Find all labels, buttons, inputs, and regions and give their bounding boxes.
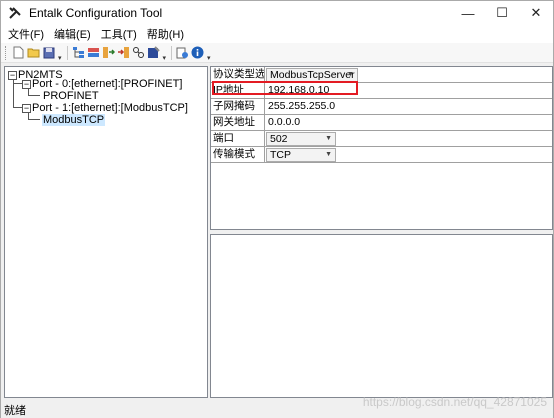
chevron-down-icon: ▼ (347, 71, 354, 78)
menu-tools[interactable]: 工具(T) (96, 26, 142, 42)
menu-help[interactable]: 帮助(H) (142, 26, 189, 42)
property-row-subnet: 子网掩码 255.255.255.0 (211, 99, 552, 115)
transfer-mode-select-value: TCP (270, 149, 291, 161)
collapse-icon[interactable]: − (22, 79, 31, 89)
port-label: 端口 (211, 131, 265, 146)
info-icon[interactable] (191, 46, 204, 59)
app-logo-icon (7, 5, 23, 21)
settings-icon[interactable] (147, 46, 160, 59)
property-row-port: 端口 502 ▼ (211, 131, 552, 147)
transfer-mode-select[interactable]: TCP ▼ (266, 148, 336, 162)
port-select[interactable]: 502 ▼ (266, 132, 336, 146)
tree-connector-port0-child-h (28, 95, 40, 96)
tree-item-modbustcp-label: ModbusTCP (42, 114, 106, 126)
port-select-value: 502 (270, 133, 288, 145)
toolbar-separator (66, 45, 68, 60)
menu-file[interactable]: 文件(F) (3, 26, 49, 42)
toolbar-grip[interactable] (5, 45, 8, 60)
link-icon[interactable] (132, 46, 145, 59)
collapse-icon[interactable]: − (8, 70, 17, 80)
upload-icon[interactable] (176, 46, 189, 59)
property-row-gateway: 网关地址 0.0.0.0 (211, 115, 552, 131)
protocol-select-value: ModbusTcpServer (270, 69, 355, 81)
tree-icon[interactable] (72, 46, 85, 59)
minimize-button[interactable]: — (451, 1, 485, 25)
title-bar: Entalk Configuration Tool — ☐ ✕ (1, 1, 553, 25)
gateway-label: 网关地址 (211, 115, 265, 130)
chevron-down-icon: ▼ (325, 151, 332, 158)
device-tree[interactable]: − PN2MTS − Port - 0:[ethernet]:[PROFINET] … (4, 66, 208, 398)
watermark: https://blog.csdn.net/qq_42871025 (362, 395, 547, 409)
toolbar-dropdown-arrow-2[interactable]: ▾ (163, 54, 167, 62)
menu-bar: 文件(F) 编辑(E) 工具(T) 帮助(H) (1, 25, 553, 43)
subnet-label: 子网掩码 (211, 99, 265, 114)
close-button[interactable]: ✕ (519, 1, 553, 25)
detail-pane (210, 234, 553, 398)
toolbar-dropdown-arrow[interactable]: ▾ (58, 54, 62, 62)
app-window: Entalk Configuration Tool — ☐ ✕ 文件(F) 编辑… (0, 0, 554, 418)
protocol-label: 协议类型选择 (213, 67, 265, 82)
protocol-select[interactable]: ModbusTcpServer ▼ (266, 68, 358, 82)
status-text: 就绪 (4, 404, 26, 417)
tree-connector-port1 (13, 107, 22, 108)
tree-item-profinet-label: PROFINET (43, 90, 99, 102)
tree-item-modbustcp[interactable]: ModbusTCP (42, 114, 106, 126)
property-row-transfer: 传输模式 TCP ▼ (211, 147, 552, 163)
tree-connector-port1-child-h (28, 119, 40, 120)
save-icon[interactable] (42, 46, 55, 59)
chevron-down-icon: ▼ (325, 135, 332, 142)
tree-connector-port0 (13, 83, 22, 84)
window-title: Entalk Configuration Tool (29, 6, 163, 20)
maximize-button[interactable]: ☐ (485, 1, 519, 25)
toolbar-separator-2 (171, 45, 173, 60)
tree-item-port0[interactable]: − Port - 0:[ethernet]:[PROFINET] (22, 78, 182, 90)
tree-item-port1-label: Port - 1:[ethernet]:[ModbusTCP] (32, 102, 188, 114)
toolbar-dropdown-arrow-3[interactable]: ▾ (207, 54, 211, 62)
gateway-field[interactable]: 0.0.0.0 (266, 115, 300, 130)
transfer-label: 传输模式 (211, 147, 265, 162)
tree-item-profinet[interactable]: PROFINET (43, 90, 99, 102)
toolbar: ▾ ▾ ▾ (1, 43, 553, 63)
subnet-mask-field[interactable]: 255.255.255.0 (266, 99, 335, 114)
import-icon[interactable] (117, 46, 130, 59)
device-icon[interactable] (87, 46, 100, 59)
new-file-icon[interactable] (12, 46, 25, 59)
open-folder-icon[interactable] (27, 46, 40, 59)
tree-item-port0-label: Port - 0:[ethernet]:[PROFINET] (32, 78, 183, 90)
export-icon[interactable] (102, 46, 115, 59)
collapse-icon[interactable]: − (22, 103, 31, 113)
tree-item-port1[interactable]: − Port - 1:[ethernet]:[ModbusTCP] (22, 102, 188, 114)
menu-edit[interactable]: 编辑(E) (49, 26, 96, 42)
ip-highlight-annotation (212, 81, 358, 95)
tree-connector-root (13, 80, 14, 108)
